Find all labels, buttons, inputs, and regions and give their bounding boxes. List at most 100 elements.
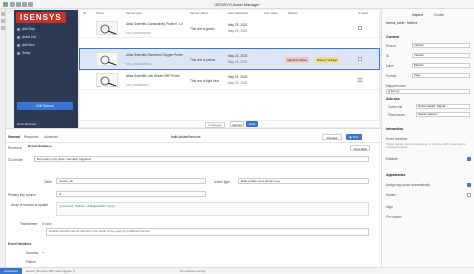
query-editor: General Response Advanced bulkUpdateSens… (6, 128, 381, 274)
inspector-panel: Inspect Create sensor_table › Metrics Co… (381, 9, 474, 274)
table-row-selected[interactable]: Atlas Scientific Dissolved Oxygen Probe … (79, 48, 380, 70)
save-button[interactable]: Save (246, 121, 258, 127)
sensor-status: This one is light blue (190, 79, 220, 83)
state-icon[interactable] (1, 26, 5, 30)
probe-thumbnail (96, 73, 118, 87)
cancel-button[interactable]: Cancel (230, 121, 244, 127)
array-records-editor[interactable]: {{sensor_table.changesetArray}} (56, 202, 369, 216)
sidebar-item-add-item[interactable]: Add Item (17, 43, 35, 47)
section-content[interactable]: Content (386, 35, 399, 39)
transformer-description: Enable transformers to transform the res… (46, 228, 369, 236)
mapped-value-input[interactable]: {{ item }} (386, 89, 470, 94)
section-appearance[interactable]: Appearance (386, 173, 405, 177)
is-used-checkbox[interactable] (358, 57, 362, 61)
list-icon (17, 35, 20, 39)
column-header-metrics[interactable]: Metrics (288, 11, 298, 15)
add-success-handler-icon[interactable]: + (42, 250, 44, 255)
action-type-select[interactable]: Bulk update via a primary key (238, 178, 369, 184)
tab-inspect[interactable]: Inspect (412, 13, 423, 17)
tab-response[interactable]: Response (24, 135, 38, 139)
event-handlers-desc: Trigger queries, control components, or … (386, 143, 466, 149)
transformer-toggle[interactable]: Enable (42, 222, 52, 226)
calibration-note: May 23, 2023 (228, 29, 248, 33)
format-select[interactable]: Tags (412, 73, 470, 78)
action-type-label: Action type (214, 180, 230, 184)
hidden-checkbox[interactable] (467, 193, 471, 197)
primary-key-select[interactable]: id (56, 191, 206, 197)
transformer-label: Transformer (20, 222, 38, 226)
column-header-id[interactable]: ID (83, 11, 86, 15)
sensor-table: ID Photo Sensor type Sensor status Last … (79, 10, 380, 128)
environment-badge[interactable]: production (0, 268, 22, 274)
section-interaction[interactable]: Interaction (386, 127, 403, 131)
view-data-button[interactable]: View data (350, 145, 370, 151)
failure-label: Failure (26, 260, 36, 264)
sidebar-item-asset-list[interactable]: Asset List (17, 35, 36, 39)
preview-button[interactable]: Preview (322, 134, 342, 140)
editable-label: Editable (386, 157, 398, 161)
column-name: Metrics (407, 21, 418, 25)
id-input[interactable]: metrics (412, 53, 470, 58)
field-label: Source (386, 44, 397, 48)
component-id: sensor_table (386, 21, 405, 25)
tab-advanced[interactable]: Advanced (44, 135, 58, 139)
table-select[interactable]: sensor_db (56, 178, 206, 184)
component-name[interactable]: sensor_table › Metrics (386, 21, 417, 25)
column-header-last-calibration[interactable]: Last calibration (228, 11, 248, 15)
tab-create[interactable]: Create (434, 13, 444, 17)
status-bar: production sensor_tbl.query:all({ rows:t… (0, 267, 474, 274)
table-row[interactable]: Atlas Scientific Conductivity Probe K 1.… (80, 18, 379, 38)
sidebar-item-setup[interactable]: Setup (17, 51, 30, 55)
status-running: No queries running (180, 269, 206, 273)
metric-tag[interactable]: Signal to Noise (285, 57, 310, 63)
sidebar-item-add-step[interactable]: Add Step (17, 27, 35, 31)
gui-mode-label: GUI mode (8, 158, 23, 162)
sidebar-item-label: Add Step (22, 27, 36, 31)
placeholder-label: Placeholder (388, 113, 405, 117)
field-label: ID (386, 54, 390, 58)
array-records-value: {{sensor_table.changesetArray}} (59, 204, 115, 208)
query-name[interactable]: bulkUpdateSensors (171, 135, 201, 139)
sensor-type: Atlas Scientific Conductivity Probe K 1.… (126, 22, 183, 26)
option-list-label: Option list (388, 105, 403, 109)
pin-column-label: Pin column (386, 215, 402, 219)
label-input[interactable]: Metrics (412, 63, 470, 68)
option-list-input[interactable]: Noise Height, Signal... (416, 104, 470, 109)
primary-key-label: Primary key column (8, 193, 36, 197)
table-footer: 2 changes Cancel Save (80, 120, 379, 128)
event-handlers-heading: Event Handlers (8, 242, 32, 246)
queries-icon[interactable] (1, 19, 5, 23)
last-calibration: May 23, 2023 (228, 23, 248, 27)
gui-mode-select[interactable]: Run query only when manually triggered (34, 156, 369, 162)
assign-tag-colors-checkbox[interactable] (467, 183, 471, 187)
is-used-checkbox[interactable] (358, 78, 362, 82)
source-input[interactable]: metrics (412, 43, 470, 48)
resource-label: Resource (8, 146, 22, 150)
column-header-sensor-status[interactable]: Sensor status (190, 11, 208, 15)
align-label: Align (386, 205, 394, 209)
components-icon[interactable] (1, 12, 5, 16)
editable-checkbox[interactable] (467, 157, 471, 161)
probe-thumbnail (96, 21, 118, 35)
sensor-status: This one is green (190, 27, 215, 31)
column-header-photo[interactable]: Photo (96, 11, 104, 15)
probe-thumbnail (96, 52, 118, 66)
edit-sensor-button[interactable]: Edit Sensor (17, 102, 73, 110)
tab-general[interactable]: General (8, 135, 20, 139)
calibration-note: May 23, 2023 (228, 60, 248, 64)
column-header-sensor-type[interactable]: Sensor type (126, 11, 142, 15)
run-button[interactable]: ▶ Run (346, 134, 362, 140)
is-used-checkbox[interactable] (358, 26, 362, 30)
column-header-cal-notes[interactable]: Cal. notes (264, 11, 278, 15)
placeholder-input[interactable]: Select options (416, 112, 470, 117)
metric-tag[interactable]: Battery Voltage (315, 57, 340, 63)
sidebar-item-label: Asset List (22, 35, 36, 39)
resource-select[interactable]: Retool Database (26, 144, 96, 150)
sensor-sku: SKU: ASDO0PR003 (126, 62, 152, 66)
section-add-ons[interactable]: Add-ons (386, 97, 400, 101)
table-row[interactable]: Atlas Scientific Lab Grade ORP Probe SKU… (80, 70, 379, 90)
sidebar-item-label: Setup (22, 51, 31, 55)
column-header-is-used[interactable]: Is used (358, 11, 368, 15)
last-calibration: May 23, 2023 (228, 54, 248, 58)
sensor-status: This one is yellow (190, 58, 216, 62)
